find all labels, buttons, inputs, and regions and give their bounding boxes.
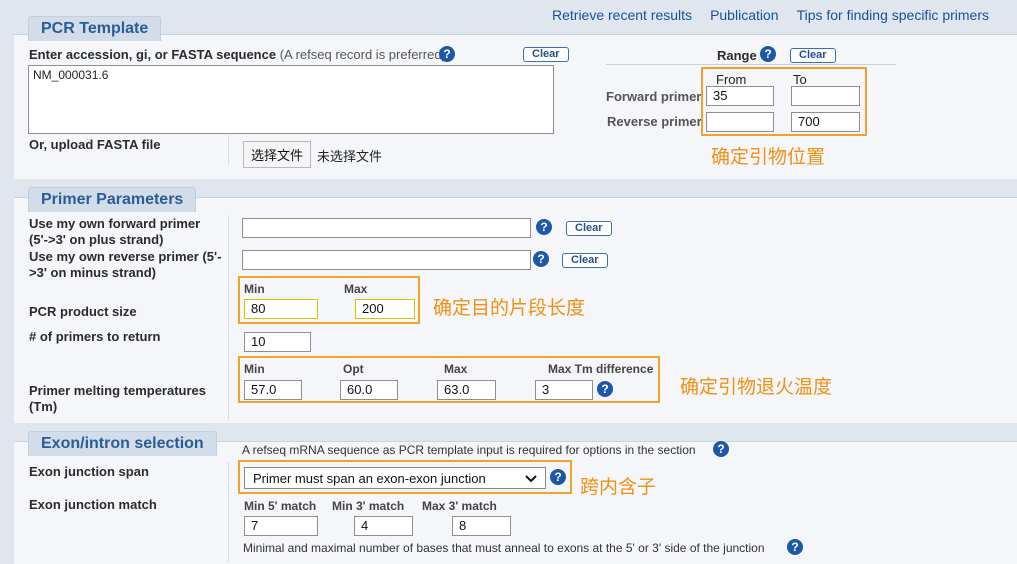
range-annotation: 确定引物位置 bbox=[711, 146, 826, 168]
help-icon[interactable]: ? bbox=[439, 46, 455, 62]
reverse-from-input[interactable] bbox=[706, 112, 774, 132]
match-note: Minimal and maximal number of bases that… bbox=[243, 541, 765, 555]
own-forward-input[interactable] bbox=[242, 218, 531, 238]
help-icon[interactable]: ? bbox=[713, 441, 729, 457]
help-icon[interactable]: ? bbox=[787, 539, 803, 555]
reverse-to-input[interactable]: 700 bbox=[791, 112, 860, 132]
forward-to-input[interactable] bbox=[791, 86, 860, 106]
exon-intron-title: Exon/intron selection bbox=[28, 431, 217, 456]
accession-label: Enter accession, gi, or FASTA sequence (… bbox=[29, 47, 446, 62]
tm-opt-label: Opt bbox=[343, 362, 364, 376]
publication-link[interactable]: Publication bbox=[710, 7, 779, 23]
reverse-primer-label: Reverse primer bbox=[607, 114, 702, 129]
pcr-template-title: PCR Template bbox=[28, 16, 162, 41]
tm-max-label: Max bbox=[444, 362, 468, 376]
max3-label: Max 3' match bbox=[422, 499, 497, 513]
accession-hint: (A refseq record is preferred) bbox=[279, 47, 446, 62]
tm-min-input[interactable]: 57.0 bbox=[244, 380, 302, 400]
tm-label: Primer melting temperatures (Tm) bbox=[29, 383, 207, 414]
tm-diff-label: Max Tm difference bbox=[548, 362, 654, 376]
from-label: From bbox=[716, 72, 747, 87]
span-annotation: 跨内含子 bbox=[580, 476, 657, 498]
min5-input[interactable]: 7 bbox=[244, 516, 318, 536]
own-reverse-input[interactable] bbox=[242, 250, 531, 270]
junction-span-select[interactable]: Primer must span an exon-exon junction bbox=[244, 467, 546, 489]
help-icon[interactable]: ? bbox=[760, 46, 776, 62]
primer-params-title: Primer Parameters bbox=[28, 187, 197, 212]
max3-input[interactable]: 8 bbox=[452, 516, 511, 536]
min3-input[interactable]: 4 bbox=[354, 516, 413, 536]
accession-clear-button[interactable]: Clear bbox=[523, 47, 569, 62]
range-clear-button[interactable]: Clear bbox=[790, 48, 836, 63]
num-primers-input[interactable]: 10 bbox=[244, 332, 311, 352]
product-max-input[interactable]: 200 bbox=[355, 299, 415, 319]
requirement-note: A refseq mRNA sequence as PCR template i… bbox=[242, 443, 696, 457]
own-reverse-label: Use my own reverse primer (5'->3' on min… bbox=[29, 249, 222, 280]
product-min-input[interactable]: 80 bbox=[244, 299, 318, 319]
tm-annotation: 确定引物退火温度 bbox=[680, 376, 833, 398]
help-icon[interactable]: ? bbox=[536, 219, 552, 235]
num-primers-label: # of primers to return bbox=[29, 329, 161, 344]
junction-match-label: Exon junction match bbox=[29, 497, 157, 512]
help-icon[interactable]: ? bbox=[533, 251, 549, 267]
tm-max-input[interactable]: 63.0 bbox=[437, 380, 496, 400]
range-label: Range bbox=[717, 48, 757, 63]
tm-opt-input[interactable]: 60.0 bbox=[340, 380, 398, 400]
choose-file-button[interactable]: 选择文件 bbox=[243, 141, 312, 168]
tips-link[interactable]: Tips for finding specific primers bbox=[797, 7, 989, 23]
help-icon[interactable]: ? bbox=[550, 469, 566, 485]
tm-diff-input[interactable]: 3 bbox=[535, 380, 593, 400]
product-max-label: Max bbox=[344, 282, 368, 296]
chevron-down-icon bbox=[525, 471, 537, 486]
own-forward-clear-button[interactable]: Clear bbox=[566, 221, 612, 236]
range-divider bbox=[606, 64, 896, 65]
to-label: To bbox=[793, 72, 807, 87]
own-reverse-clear-button[interactable]: Clear bbox=[562, 253, 608, 268]
forward-from-input[interactable]: 35 bbox=[706, 86, 774, 106]
help-icon[interactable]: ? bbox=[597, 381, 613, 397]
min5-label: Min 5' match bbox=[244, 499, 317, 513]
tm-min-label: Min bbox=[244, 362, 265, 376]
junction-span-value: Primer must span an exon-exon junction bbox=[253, 470, 486, 486]
product-size-annotation: 确定目的片段长度 bbox=[433, 297, 586, 319]
product-min-label: Min bbox=[244, 282, 265, 296]
accession-textarea[interactable] bbox=[28, 65, 554, 134]
retrieve-results-link[interactable]: Retrieve recent results bbox=[552, 7, 692, 23]
own-forward-label: Use my own forward primer (5'->3' on plu… bbox=[29, 216, 201, 247]
product-size-label: PCR product size bbox=[29, 304, 137, 319]
file-status: 未选择文件 bbox=[317, 150, 383, 165]
top-links: Retrieve recent results Publication Tips… bbox=[552, 7, 989, 23]
upload-label: Or, upload FASTA file bbox=[29, 137, 161, 152]
forward-primer-label: Forward primer bbox=[606, 89, 702, 104]
min3-label: Min 3' match bbox=[332, 499, 405, 513]
junction-span-label: Exon junction span bbox=[29, 464, 149, 479]
